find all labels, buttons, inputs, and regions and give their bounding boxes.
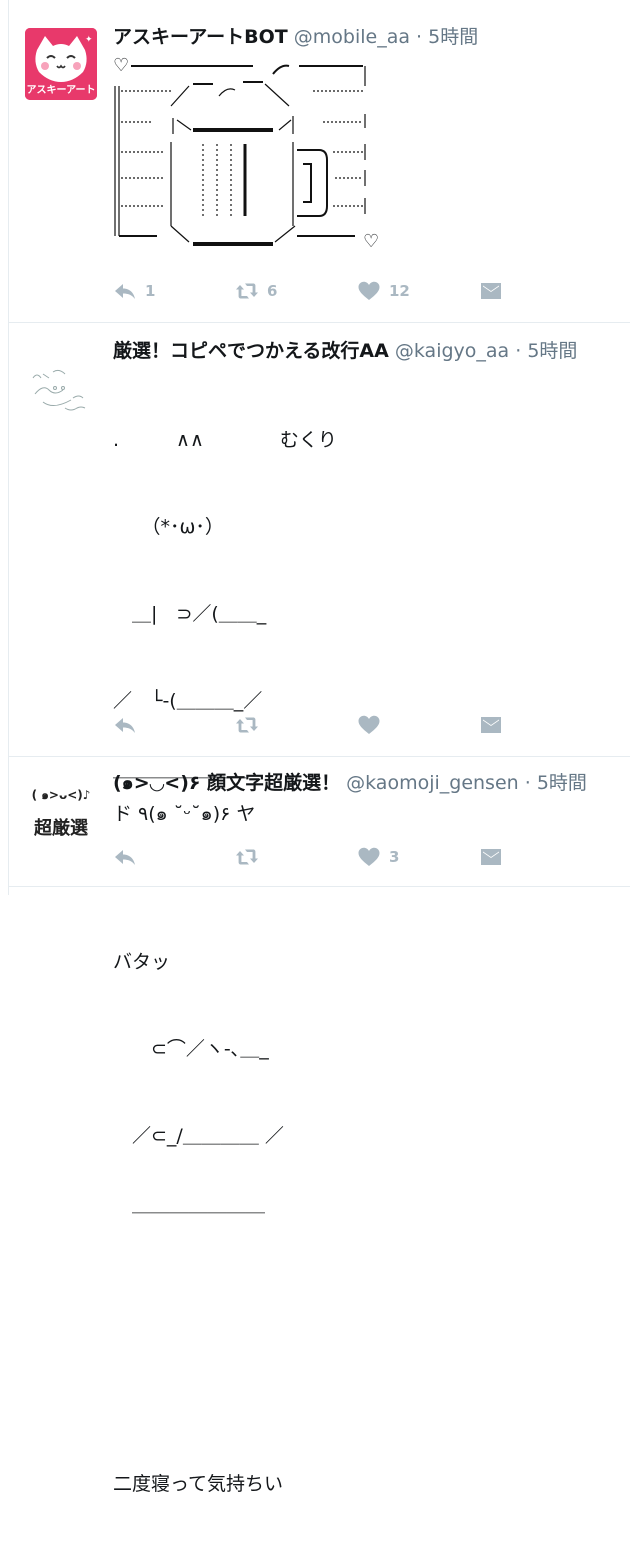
avatar-kaomoji: ( ๑>ᴗ<)♪ — [31, 788, 91, 802]
text-line — [113, 1383, 621, 1412]
tweet-actions — [113, 710, 601, 740]
retweet-icon — [236, 849, 258, 865]
text-line — [113, 1296, 621, 1325]
tweet[interactable]: ✦ アスキーアート アスキーアートBOT @mobile_aa · 5時間 ♡ … — [9, 0, 630, 323]
text-line: ／⊂_/＿＿＿＿ ／ — [113, 1125, 284, 1147]
heart-glyph-end: ♡ — [363, 231, 380, 252]
tweet-text: . ∧∧ むくり （*･ω･） ＿| ⊃／(＿＿_ ／ └-(＿＿＿_／ ￣￣￣… — [113, 368, 621, 1557]
retweet-icon — [236, 283, 258, 299]
avatar[interactable]: ✦ アスキーアート — [25, 28, 97, 100]
kaomoji-sketch-icon — [32, 369, 86, 411]
text-line: ＿| ⊃／(＿＿_ — [113, 603, 267, 625]
tweet-header: アスキーアートBOT @mobile_aa · 5時間 — [113, 24, 621, 50]
tweet[interactable]: ( ๑>ᴗ<)♪ 超厳選 (๑>◡<)۶ 顔文字超厳選！ @kaomoji_ge… — [9, 756, 630, 887]
reply-icon — [115, 284, 135, 299]
timestamp[interactable]: 5時間 — [428, 26, 478, 48]
reply-icon — [115, 718, 135, 733]
reply-button[interactable]: 1 — [113, 279, 235, 303]
envelope-icon — [481, 849, 501, 865]
separator-dot: · — [515, 340, 522, 362]
like-count: 3 — [389, 848, 400, 866]
retweet-count: 6 — [267, 282, 278, 300]
heart-icon — [358, 715, 380, 734]
timeline: ✦ アスキーアート アスキーアートBOT @mobile_aa · 5時間 ♡ … — [8, 0, 630, 1495]
reply-icon — [115, 850, 135, 865]
direct-message-button[interactable] — [479, 279, 601, 303]
svg-text:✦: ✦ — [85, 35, 93, 45]
separator-dot: · — [524, 772, 531, 794]
envelope-icon — [481, 717, 501, 733]
direct-message-button[interactable] — [479, 713, 601, 737]
heart-icon — [358, 847, 380, 866]
display-name[interactable]: アスキーアートBOT — [113, 26, 288, 48]
like-button[interactable]: 12 — [357, 279, 479, 303]
username[interactable]: @kaigyo_aa — [395, 340, 509, 362]
timestamp[interactable]: 5時間 — [527, 340, 577, 362]
reply-button[interactable] — [113, 845, 235, 869]
text-line: ⊂⌒／ヽ-､＿_ — [113, 1038, 269, 1060]
retweet-button[interactable] — [235, 845, 357, 869]
tweet-actions: 3 — [113, 842, 601, 872]
like-button[interactable]: 3 — [357, 845, 479, 869]
avatar[interactable] — [25, 350, 97, 422]
avatar-label: アスキーアート — [26, 85, 96, 96]
retweet-button[interactable] — [235, 713, 357, 737]
text-line: 二度寝って気持ちい — [113, 1473, 284, 1495]
retweet-icon — [236, 717, 258, 733]
heart-glyph-start: ♡ — [113, 55, 130, 76]
ascii-art-beer-mug — [114, 64, 366, 246]
display-name[interactable]: (๑>◡<)۶ 顔文字超厳選！ — [113, 772, 340, 794]
text-line: バタッ — [113, 951, 171, 973]
text-line: . ∧∧ むくり — [113, 429, 337, 451]
avatar[interactable]: ( ๑>ᴗ<)♪ 超厳選 — [25, 780, 97, 852]
timestamp[interactable]: 5時間 — [537, 772, 587, 794]
envelope-icon — [481, 283, 501, 299]
tweet-header: 厳選！コピペでつかえる改行AA @kaigyo_aa · 5時間 — [113, 338, 621, 364]
retweet-button[interactable]: 6 — [235, 279, 357, 303]
reply-count: 1 — [145, 282, 156, 300]
like-button[interactable] — [357, 713, 479, 737]
separator-dot: · — [416, 26, 423, 48]
text-line: ￣￣￣￣￣￣￣ — [113, 1212, 266, 1234]
avatar-label: 超厳選 — [34, 818, 88, 839]
reply-button[interactable] — [113, 713, 235, 737]
tweet-header: (๑>◡<)۶ 顔文字超厳選！ @kaomoji_gensen · 5時間 — [113, 770, 621, 796]
username[interactable]: @kaomoji_gensen — [346, 772, 519, 794]
tweet[interactable]: 厳選！コピペでつかえる改行AA @kaigyo_aa · 5時間 . ∧∧ むく… — [9, 322, 630, 1495]
heart-icon — [358, 281, 380, 300]
direct-message-button[interactable] — [479, 845, 601, 869]
username[interactable]: @mobile_aa — [294, 26, 410, 48]
tweet-text: ド ٩(๑ ˘ᵕ˘๑)۶ ヤ — [113, 803, 256, 825]
text-line: （*･ω･） — [113, 516, 224, 538]
display-name[interactable]: 厳選！コピペでつかえる改行AA — [113, 340, 389, 362]
like-count: 12 — [389, 282, 410, 300]
tweet-actions: 1 6 12 — [113, 276, 601, 306]
